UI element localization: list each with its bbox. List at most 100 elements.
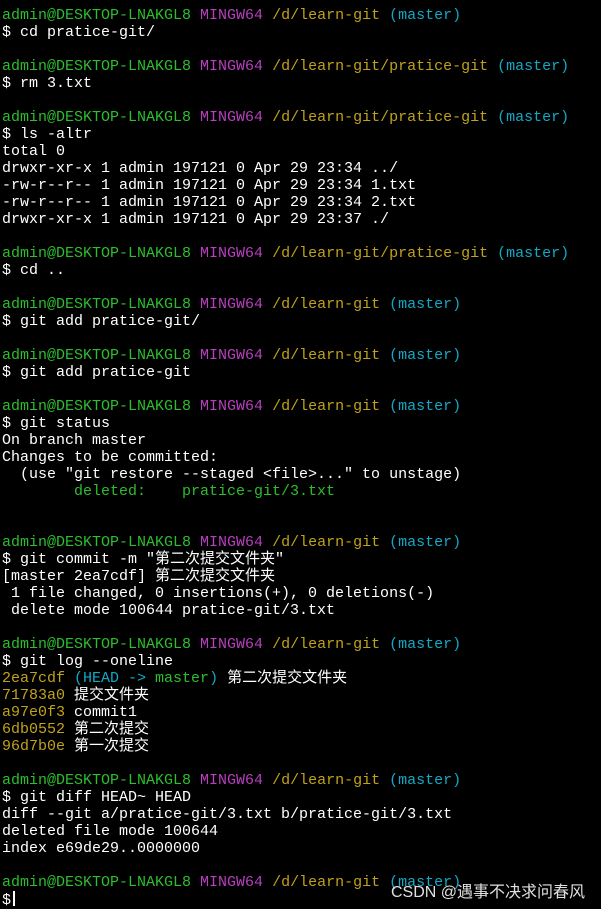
command-text: $ cd pratice-git/ xyxy=(2,24,156,41)
command-line: $ git diff HEAD~ HEAD xyxy=(2,789,601,806)
prompt-branch: (master) xyxy=(497,58,570,75)
commit-message: 第二次提交 xyxy=(65,721,150,738)
command-line: $ git commit -m "第二次提交文件夹" xyxy=(2,551,601,568)
prompt-branch: (master) xyxy=(389,7,462,24)
output-line: On branch master xyxy=(2,432,147,449)
prompt-host: MINGW64 xyxy=(200,58,264,75)
prompt-line: admin@DESKTOP-LNAKGL8 MINGW64 /d/learn-g… xyxy=(2,7,601,24)
prompt-path: /d/learn-git xyxy=(272,636,381,653)
output-line: Changes to be committed: xyxy=(2,449,219,466)
prompt-line: admin@DESKTOP-LNAKGL8 MINGW64 /d/learn-g… xyxy=(2,534,601,551)
prompt-branch: (master) xyxy=(389,347,462,364)
command-text: $ xyxy=(2,892,12,909)
prompt-path: /d/learn-git xyxy=(272,874,381,891)
prompt-branch: (master) xyxy=(497,109,570,126)
log-line: 6db0552 第二次提交 xyxy=(2,721,601,738)
output-line: deleted file mode 100644 xyxy=(2,823,219,840)
prompt-branch: (master) xyxy=(389,636,462,653)
ref-open: ( xyxy=(65,670,84,687)
prompt-path: /d/learn-git xyxy=(272,7,381,24)
prompt-path: /d/learn-git xyxy=(272,534,381,551)
prompt-host: MINGW64 xyxy=(200,534,264,551)
output-line: deleted: pratice-git/3.txt xyxy=(2,483,336,500)
prompt-path: /d/learn-git xyxy=(272,398,381,415)
command-text: $ git status xyxy=(2,415,111,432)
output-line: index e69de29..0000000 xyxy=(2,840,201,857)
prompt-branch: (master) xyxy=(497,245,570,262)
command-text: $ ls -altr xyxy=(2,126,93,143)
commit-message: 第一次提交 xyxy=(65,738,150,755)
prompt-user: admin@DESKTOP-LNAKGL8 xyxy=(2,874,192,891)
output-line: 1 file changed, 0 insertions(+), 0 delet… xyxy=(2,585,435,602)
prompt-user: admin@DESKTOP-LNAKGL8 xyxy=(2,58,192,75)
prompt-user: admin@DESKTOP-LNAKGL8 xyxy=(2,772,192,789)
output-line: -rw-r--r-- 1 admin 197121 0 Apr 29 23:34… xyxy=(2,194,417,211)
prompt-user: admin@DESKTOP-LNAKGL8 xyxy=(2,109,192,126)
prompt-host: MINGW64 xyxy=(200,874,264,891)
command-line: $ git add pratice-git/ xyxy=(2,313,601,330)
prompt-host: MINGW64 xyxy=(200,245,264,262)
commit-hash: 6db0552 xyxy=(2,721,66,738)
prompt-branch: (master) xyxy=(389,398,462,415)
prompt-user: admin@DESKTOP-LNAKGL8 xyxy=(2,347,192,364)
command-line: $ rm 3.txt xyxy=(2,75,601,92)
prompt-host: MINGW64 xyxy=(200,347,264,364)
prompt-user: admin@DESKTOP-LNAKGL8 xyxy=(2,245,192,262)
output-line: total 0 xyxy=(2,143,66,160)
command-text: $ cd .. xyxy=(2,262,66,279)
prompt-path: /d/learn-git/pratice-git xyxy=(272,109,489,126)
command-text: $ rm 3.txt xyxy=(2,75,93,92)
commit-message: commit1 xyxy=(65,704,138,721)
prompt-path: /d/learn-git/pratice-git xyxy=(272,58,489,75)
command-line: $ git add pratice-git xyxy=(2,364,601,381)
commit-hash: 71783a0 xyxy=(2,687,66,704)
terminal-window[interactable]: admin@DESKTOP-LNAKGL8 MINGW64 /d/learn-g… xyxy=(0,0,601,909)
command-text: $ git diff HEAD~ HEAD xyxy=(2,789,192,806)
watermark: CSDN @遇事不决求问春风 xyxy=(390,884,585,901)
commit-hash: a97e0f3 xyxy=(2,704,66,721)
head-pointer: HEAD -> xyxy=(83,670,156,687)
command-text: $ git commit -m "第二次提交文件夹" xyxy=(2,551,285,568)
prompt-line: admin@DESKTOP-LNAKGL8 MINGW64 /d/learn-g… xyxy=(2,772,601,789)
log-line: 96d7b0e 第一次提交 xyxy=(2,738,601,755)
output-line: drwxr-xr-x 1 admin 197121 0 Apr 29 23:34… xyxy=(2,160,399,177)
log-line: 71783a0 提交文件夹 xyxy=(2,687,601,704)
output-line: delete mode 100644 pratice-git/3.txt xyxy=(2,602,336,619)
prompt-user: admin@DESKTOP-LNAKGL8 xyxy=(2,7,192,24)
text-cursor[interactable] xyxy=(13,891,16,906)
prompt-user: admin@DESKTOP-LNAKGL8 xyxy=(2,398,192,415)
prompt-host: MINGW64 xyxy=(200,636,264,653)
prompt-line: admin@DESKTOP-LNAKGL8 MINGW64 /d/learn-g… xyxy=(2,58,601,75)
prompt-host: MINGW64 xyxy=(200,772,264,789)
prompt-line: admin@DESKTOP-LNAKGL8 MINGW64 /d/learn-g… xyxy=(2,296,601,313)
command-text: $ git log --oneline xyxy=(2,653,174,670)
prompt-path: /d/learn-git xyxy=(272,772,381,789)
prompt-path: /d/learn-git xyxy=(272,347,381,364)
prompt-branch: (master) xyxy=(389,772,462,789)
command-line: $ cd pratice-git/ xyxy=(2,24,601,41)
command-text: $ git add pratice-git xyxy=(2,364,192,381)
commit-hash: 2ea7cdf xyxy=(2,670,66,687)
prompt-user: admin@DESKTOP-LNAKGL8 xyxy=(2,534,192,551)
prompt-line: admin@DESKTOP-LNAKGL8 MINGW64 /d/learn-g… xyxy=(2,109,601,126)
output-line: (use "git restore --staged <file>..." to… xyxy=(2,466,462,483)
prompt-line: admin@DESKTOP-LNAKGL8 MINGW64 /d/learn-g… xyxy=(2,347,601,364)
prompt-line: admin@DESKTOP-LNAKGL8 MINGW64 /d/learn-g… xyxy=(2,636,601,653)
prompt-line: admin@DESKTOP-LNAKGL8 MINGW64 /d/learn-g… xyxy=(2,245,601,262)
commit-message: 第二次提交文件夹 xyxy=(218,670,348,687)
commit-message: 提交文件夹 xyxy=(65,687,150,704)
prompt-host: MINGW64 xyxy=(200,398,264,415)
log-line: a97e0f3 commit1 xyxy=(2,704,601,721)
prompt-line: admin@DESKTOP-LNAKGL8 MINGW64 /d/learn-g… xyxy=(2,398,601,415)
prompt-host: MINGW64 xyxy=(200,7,264,24)
